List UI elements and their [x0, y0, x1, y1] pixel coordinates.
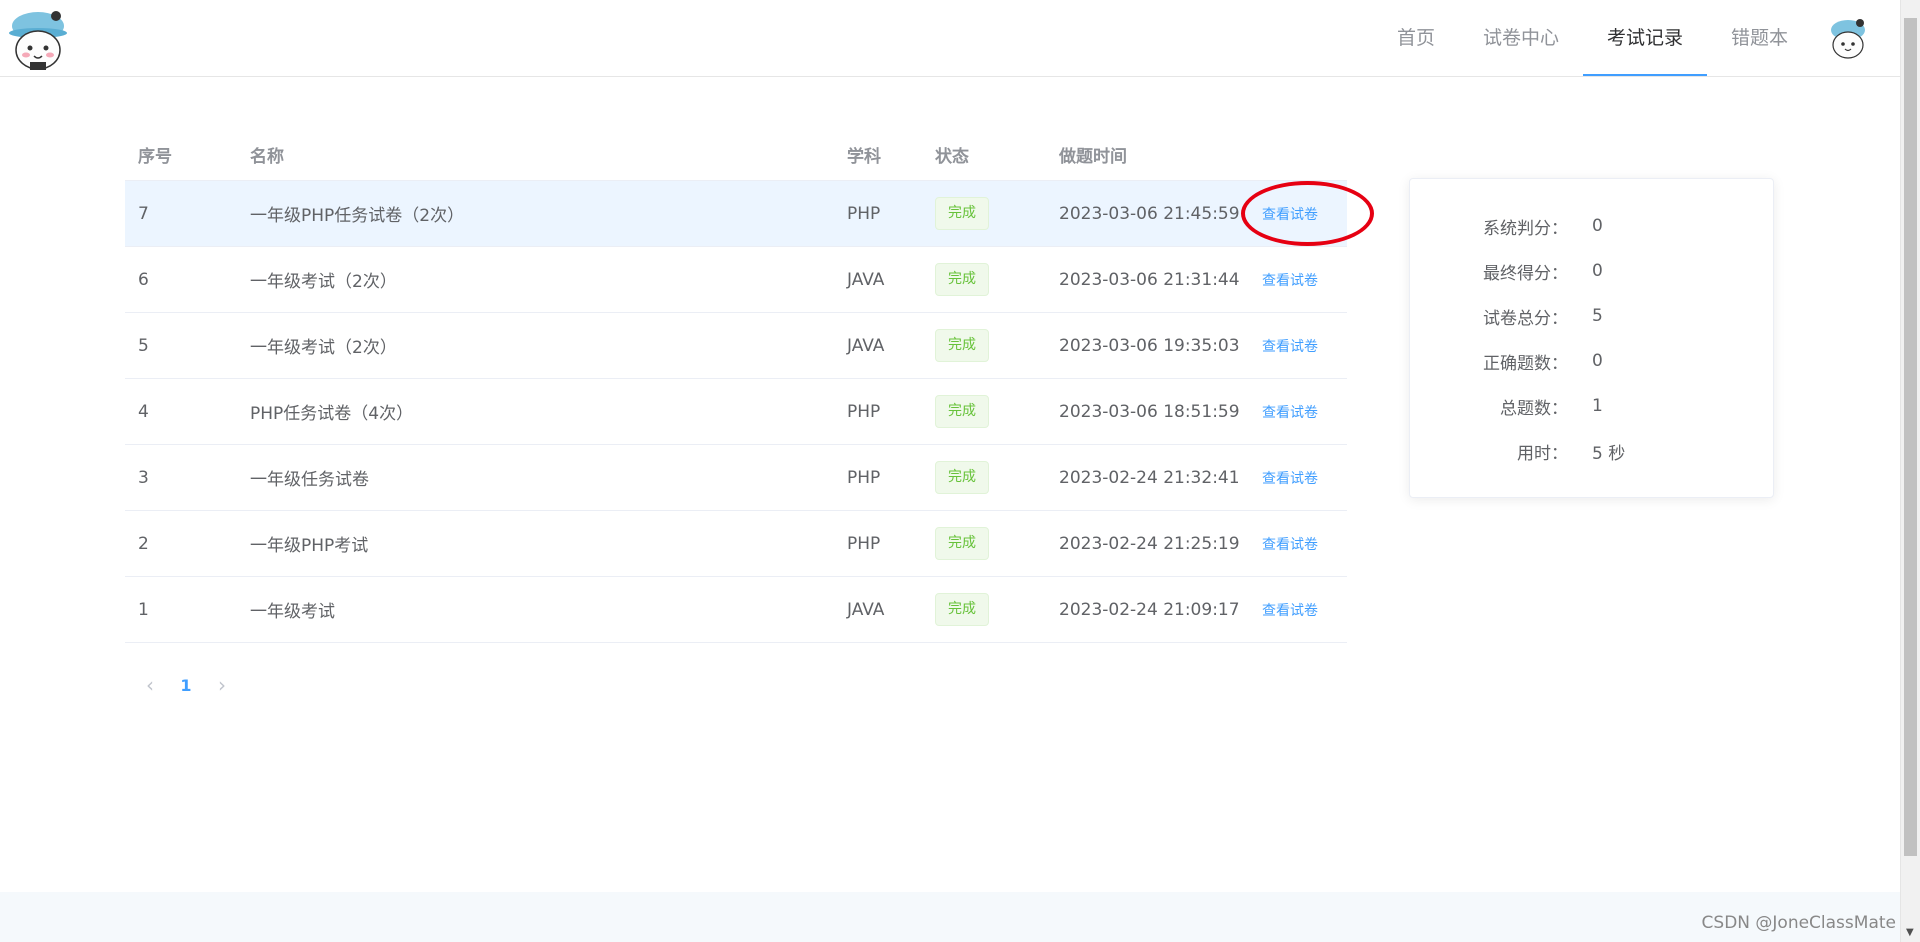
summary-value: 1	[1592, 396, 1603, 416]
table-row[interactable]: 3 一年级任务试卷 PHP 完成 2023-02-24 21:32:41 查看试…	[125, 445, 1347, 511]
view-paper-button[interactable]: 查看试卷	[1262, 471, 1318, 487]
summary-row: 用时： 5 秒	[1410, 439, 1626, 464]
user-avatar[interactable]	[1826, 16, 1870, 60]
row-no: 4	[138, 401, 149, 422]
col-header-name: 名称	[250, 146, 284, 167]
row-no: 1	[138, 599, 149, 620]
status-badge: 完成	[935, 329, 989, 362]
score-summary-card: 系统判分： 0 最终得分： 0 试卷总分： 5 正确题数： 0 总题数： 1 用…	[1409, 178, 1774, 498]
chevron-right-icon[interactable]: ›	[207, 673, 237, 697]
table-row[interactable]: 4 PHP任务试卷（4次） PHP 完成 2023-03-06 18:51:59…	[125, 379, 1347, 445]
row-no: 2	[138, 533, 149, 554]
summary-row: 总题数： 1	[1410, 394, 1603, 419]
exam-records-table: 序号 名称 学科 状态 做题时间 7 一年级PHP任务试卷（2次） PHP 完成…	[125, 128, 1347, 643]
nav-wrong-questions[interactable]: 错题本	[1707, 0, 1812, 76]
status-badge: 完成	[935, 197, 989, 230]
summary-value: 5	[1592, 306, 1603, 326]
table-row[interactable]: 5 一年级考试（2次） JAVA 完成 2023-03-06 19:35:03 …	[125, 313, 1347, 379]
col-header-status: 状态	[935, 146, 969, 167]
row-subject: PHP	[847, 401, 881, 422]
main-nav: 首页 试卷中心 考试记录 错题本	[1373, 0, 1900, 76]
table-header: 序号 名称 学科 状态 做题时间	[125, 128, 1347, 181]
view-paper-button[interactable]: 查看试卷	[1262, 603, 1318, 619]
row-time: 2023-03-06 21:31:44	[1059, 269, 1240, 290]
row-name: 一年级考试（2次）	[250, 272, 397, 292]
row-time: 2023-03-06 18:51:59	[1059, 401, 1240, 422]
summary-row: 正确题数： 0	[1410, 349, 1603, 374]
row-subject: PHP	[847, 467, 881, 488]
summary-value: 0	[1592, 216, 1603, 236]
page-scrollbar[interactable]: ▼	[1900, 0, 1920, 942]
table-row[interactable]: 6 一年级考试（2次） JAVA 完成 2023-03-06 21:31:44 …	[125, 247, 1347, 313]
chevron-left-icon[interactable]: ‹	[135, 673, 165, 697]
view-paper-button[interactable]: 查看试卷	[1262, 207, 1318, 223]
row-no: 6	[138, 269, 149, 290]
status-badge: 完成	[935, 527, 989, 560]
scrollbar-thumb[interactable]	[1904, 18, 1917, 856]
table-row[interactable]: 7 一年级PHP任务试卷（2次） PHP 完成 2023-03-06 21:45…	[125, 181, 1347, 247]
status-badge: 完成	[935, 461, 989, 494]
row-subject: PHP	[847, 203, 881, 224]
summary-row: 试卷总分： 5	[1410, 304, 1603, 329]
row-no: 5	[138, 335, 149, 356]
col-header-time: 做题时间	[1059, 146, 1127, 167]
col-header-subject: 学科	[847, 146, 881, 167]
summary-label: 系统判分：	[1483, 218, 1568, 239]
status-badge: 完成	[935, 263, 989, 296]
row-time: 2023-02-24 21:09:17	[1059, 599, 1240, 620]
row-no: 3	[138, 467, 149, 488]
summary-value: 5 秒	[1592, 443, 1626, 464]
row-time: 2023-02-24 21:32:41	[1059, 467, 1240, 488]
nav-exam-records[interactable]: 考试记录	[1582, 0, 1708, 76]
summary-value: 0	[1592, 261, 1603, 281]
top-header: 首页 试卷中心 考试记录 错题本	[0, 0, 1900, 77]
view-paper-button[interactable]: 查看试卷	[1262, 405, 1318, 421]
pagination: ‹ 1 ›	[135, 668, 237, 702]
summary-value: 0	[1592, 351, 1603, 371]
table-row[interactable]: 1 一年级考试 JAVA 完成 2023-02-24 21:09:17 查看试卷	[125, 577, 1347, 643]
row-subject: JAVA	[847, 599, 885, 620]
row-subject: JAVA	[847, 269, 885, 290]
view-paper-button[interactable]: 查看试卷	[1262, 537, 1318, 553]
row-name: 一年级任务试卷	[250, 470, 369, 490]
view-paper-button[interactable]: 查看试卷	[1262, 273, 1318, 289]
summary-label: 试卷总分：	[1483, 308, 1568, 329]
row-name: 一年级PHP考试	[250, 536, 369, 556]
row-subject: PHP	[847, 533, 881, 554]
page-footer	[0, 892, 1900, 942]
row-subject: JAVA	[847, 335, 885, 356]
logo-mascot-icon[interactable]	[6, 6, 70, 72]
row-time: 2023-02-24 21:25:19	[1059, 533, 1240, 554]
nav-exam-center[interactable]: 试卷中心	[1459, 0, 1583, 76]
summary-row: 系统判分： 0	[1410, 214, 1603, 239]
row-no: 7	[138, 203, 149, 224]
row-time: 2023-03-06 21:45:59	[1059, 203, 1240, 224]
status-badge: 完成	[935, 395, 989, 428]
col-header-no: 序号	[138, 146, 172, 167]
table-row[interactable]: 2 一年级PHP考试 PHP 完成 2023-02-24 21:25:19 查看…	[125, 511, 1347, 577]
page-number-current[interactable]: 1	[168, 676, 204, 695]
row-name: 一年级PHP任务试卷（2次）	[250, 206, 465, 226]
row-name: 一年级考试（2次）	[250, 338, 397, 358]
summary-row: 最终得分： 0	[1410, 259, 1603, 284]
row-name: 一年级考试	[250, 602, 335, 622]
summary-label: 正确题数：	[1483, 353, 1568, 374]
view-paper-button[interactable]: 查看试卷	[1262, 339, 1318, 355]
status-badge: 完成	[935, 593, 989, 626]
row-name: PHP任务试卷（4次）	[250, 404, 414, 424]
summary-label: 总题数：	[1500, 398, 1568, 419]
summary-label: 用时：	[1517, 443, 1568, 464]
row-time: 2023-03-06 19:35:03	[1059, 335, 1240, 356]
summary-label: 最终得分：	[1483, 263, 1568, 284]
nav-home[interactable]: 首页	[1373, 0, 1459, 76]
watermark-text: CSDN @JoneClassMate	[1701, 913, 1896, 933]
scroll-down-arrow-icon[interactable]: ▼	[1906, 928, 1914, 938]
